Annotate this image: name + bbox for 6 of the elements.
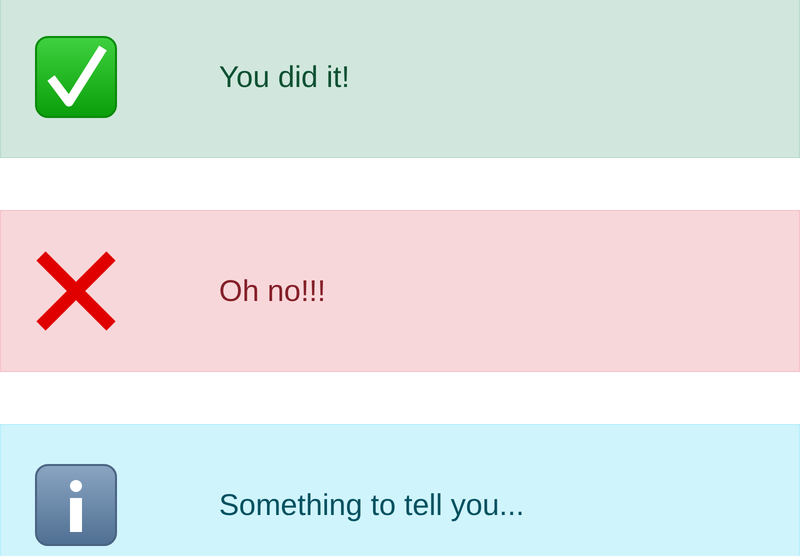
info-icon (35, 464, 117, 546)
alert-message: You did it! (219, 60, 350, 96)
alert-message: Oh no!!! (219, 274, 326, 310)
alert-message: Something to tell you... (219, 488, 524, 524)
check-mark-icon (35, 36, 117, 118)
cross-mark-icon (35, 250, 117, 332)
